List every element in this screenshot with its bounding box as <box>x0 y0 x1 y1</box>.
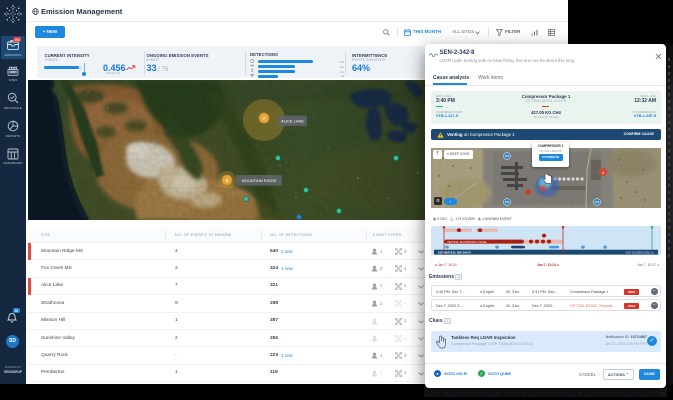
svg-text:VENTING: BLOWDOWN 1 ISSUE: VENTING: BLOWDOWN 1 ISSUE <box>447 241 487 244</box>
svg-text:280: 280 <box>505 200 510 204</box>
svg-text:ALICE LAKE: ALICE LAKE <box>281 119 304 124</box>
svg-text:280: 280 <box>595 200 600 204</box>
svg-text:280: 280 <box>505 154 510 158</box>
svg-text:OGI SCHEDULED ◎: OGI SCHEDULED ◎ <box>626 250 655 254</box>
svg-text:ESTIMATED: 500 DAYS: ESTIMATED: 500 DAYS <box>438 250 471 254</box>
svg-text:MOUNTAIN RIDGE: MOUNTAIN RIDGE <box>242 178 277 183</box>
